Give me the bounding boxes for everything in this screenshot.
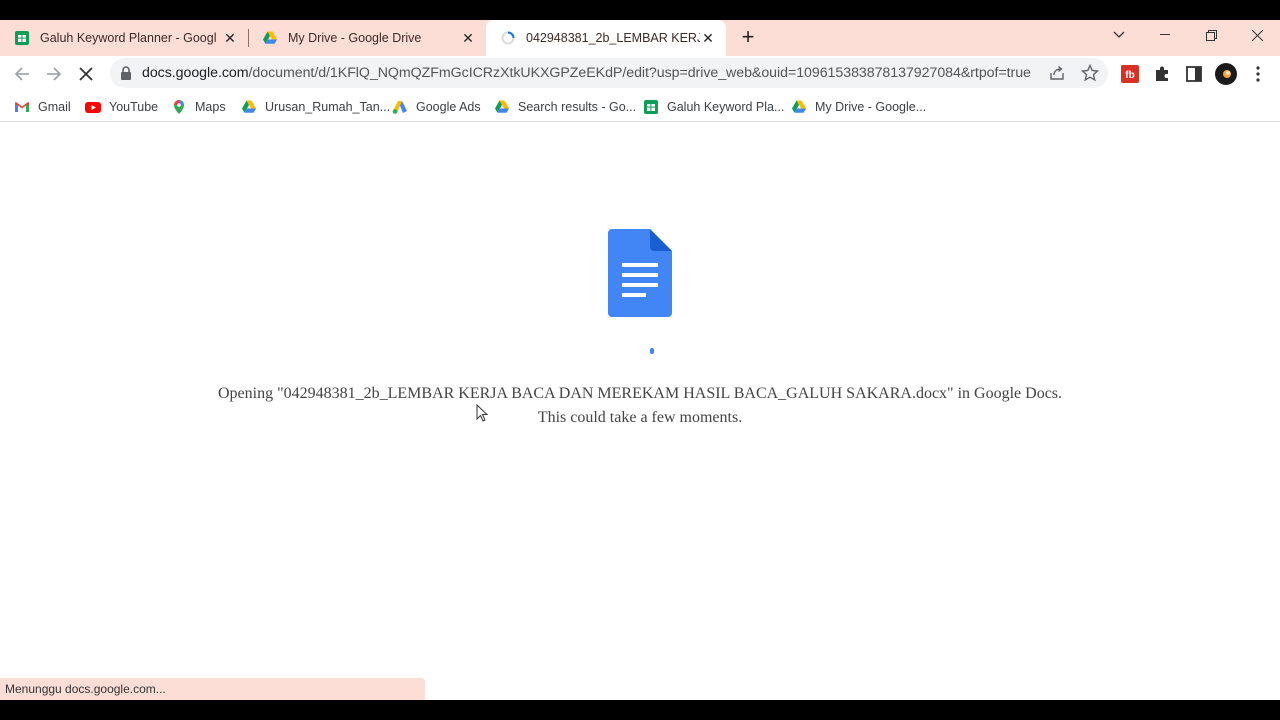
tab-title: My Drive - Google Drive — [288, 31, 422, 45]
url-path: /document/d/1KFlQ_NQmQZFmGcICRzXtkUKXGPZ… — [248, 65, 1031, 81]
bookmark-label: YouTube — [109, 100, 159, 114]
bookmark-youtube[interactable]: YouTube — [85, 98, 158, 116]
close-icon[interactable]: ✕ — [460, 30, 476, 46]
bookmark-search-results[interactable]: Search results - Go... — [494, 98, 636, 116]
bookmark-label: My Drive - Google... — [815, 100, 927, 114]
bookmark-label: Search results - Go... — [518, 100, 637, 114]
drive-icon — [263, 31, 277, 44]
loading-icon — [501, 31, 515, 45]
opening-message: Opening "042948381_2b_LEMBAR KERJA BACA … — [217, 385, 1063, 402]
wait-message: This could take a few moments. — [537, 409, 743, 426]
sheets-icon — [15, 31, 29, 45]
extension-fb-icon[interactable]: fb — [1121, 65, 1139, 83]
maps-icon — [174, 100, 184, 114]
bookmark-google-ads[interactable]: Google Ads — [392, 98, 481, 116]
tab-my-drive[interactable]: My Drive - Google Drive ✕ — [248, 20, 486, 56]
minimize-icon — [1160, 34, 1170, 35]
status-bubble: Menunggu docs.google.com... — [0, 678, 425, 700]
side-panel-icon[interactable] — [1185, 65, 1203, 83]
bookmarks-bar: Gmail YouTube Maps Urusan_Rumah_Tan... G… — [0, 92, 1280, 122]
youtube-icon — [85, 102, 101, 113]
tab-active-document[interactable]: 042948381_2b_LEMBAR KERJA BACA DAN MEREK… — [486, 20, 726, 56]
tab-strip: Galuh Keyword Planner - Google Sheets ✕ … — [0, 20, 1280, 56]
minimize-button[interactable] — [1142, 20, 1188, 50]
bookmark-my-drive[interactable]: My Drive - Google... — [791, 98, 926, 116]
bookmark-star-icon[interactable] — [1081, 64, 1099, 82]
back-button[interactable] — [11, 63, 33, 85]
lock-icon — [121, 66, 131, 80]
bookmark-maps[interactable]: Maps — [171, 98, 226, 116]
sheets-icon — [644, 100, 658, 114]
bookmark-urusan-rumah[interactable]: Urusan_Rumah_Tan... — [241, 98, 390, 116]
page-content: Opening "042948381_2b_LEMBAR KERJA BACA … — [0, 123, 1280, 700]
bookmark-label: Google Ads — [416, 100, 481, 114]
close-icon — [1251, 29, 1263, 41]
tab-search-button[interactable] — [1096, 20, 1142, 50]
gmail-icon — [15, 102, 29, 112]
profile-avatar[interactable] — [1215, 63, 1237, 85]
back-arrow-icon — [14, 67, 29, 81]
drive-icon — [792, 100, 806, 113]
bookmark-galuh-keyword[interactable]: Galuh Keyword Pla... — [643, 98, 784, 116]
loading-spinner — [650, 348, 654, 354]
google-ads-icon — [392, 101, 407, 114]
screen-bottom-bar — [0, 700, 1280, 720]
tab-galuh-keyword-planner[interactable]: Galuh Keyword Planner - Google Sheets ✕ — [0, 20, 248, 56]
close-icon[interactable]: ✕ — [222, 30, 238, 46]
bookmark-label: Gmail — [38, 100, 71, 114]
bookmark-label: Urusan_Rumah_Tan... — [265, 100, 391, 114]
bookmark-label: Galuh Keyword Pla... — [667, 100, 785, 114]
url-host: docs.google.com — [142, 65, 249, 81]
svg-text:fb: fb — [1125, 70, 1134, 81]
bookmark-label: Maps — [195, 100, 226, 114]
menu-kebab-icon[interactable] — [1249, 65, 1267, 83]
tab-title: Galuh Keyword Planner - Google Sheets — [40, 31, 216, 45]
google-docs-icon — [608, 229, 672, 317]
url-text[interactable]: docs.google.com/document/d/1KFlQ_NQmQZFm… — [142, 65, 1031, 81]
share-icon[interactable] — [1048, 64, 1066, 82]
browser-window: Galuh Keyword Planner - Google Sheets ✕ … — [0, 20, 1280, 700]
extensions-puzzle-icon[interactable] — [1153, 65, 1171, 83]
screen-top-bar — [0, 0, 1280, 20]
restore-icon — [1205, 29, 1217, 41]
chevron-down-icon — [1113, 31, 1125, 38]
forward-button[interactable] — [43, 63, 65, 85]
browser-toolbar: docs.google.com/document/d/1KFlQ_NQmQZFm… — [0, 56, 1280, 92]
drive-icon — [495, 100, 509, 113]
forward-arrow-icon — [47, 67, 62, 81]
bookmark-gmail[interactable]: Gmail — [14, 98, 71, 116]
drive-icon — [242, 100, 256, 113]
mouse-cursor-icon — [476, 404, 488, 422]
stop-loading-button[interactable] — [75, 63, 97, 85]
close-icon[interactable]: ✕ — [700, 30, 716, 46]
new-tab-button[interactable]: + — [736, 26, 760, 50]
stop-icon — [79, 67, 93, 81]
tab-title: 042948381_2b_LEMBAR KERJA BACA DAN MEREK… — [526, 31, 700, 45]
close-window-button[interactable] — [1234, 20, 1280, 50]
restore-button[interactable] — [1188, 20, 1234, 50]
address-bar[interactable]: docs.google.com/document/d/1KFlQ_NQmQZFm… — [110, 58, 1108, 88]
